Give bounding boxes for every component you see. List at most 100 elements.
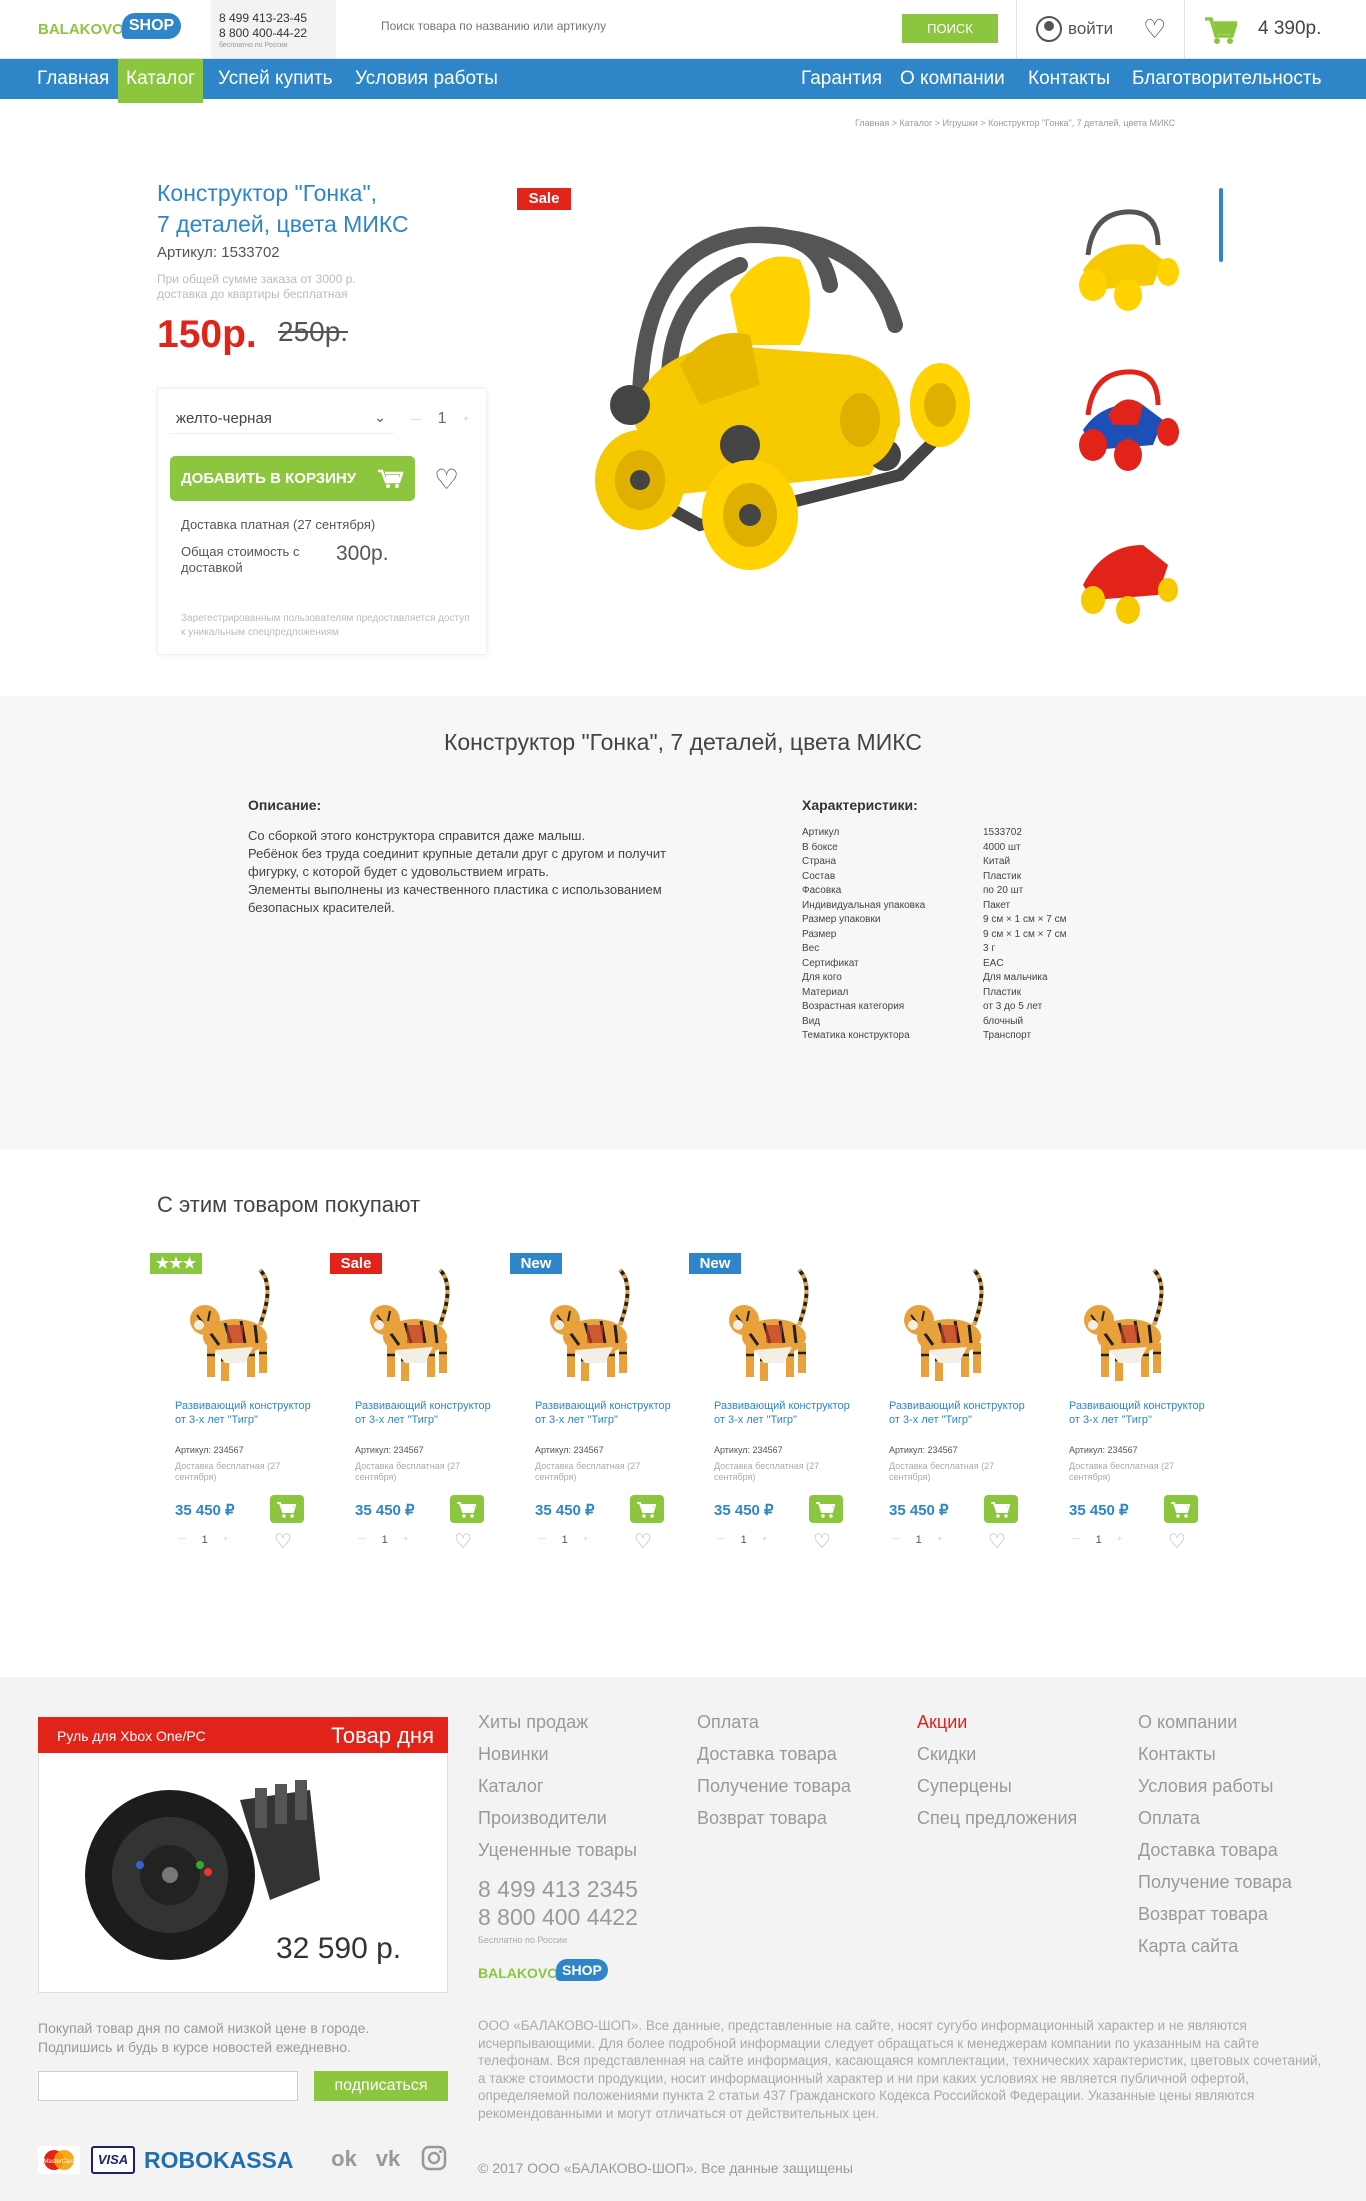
site-logo[interactable]: BALAKOVO SHOP [38,13,182,44]
subscribe-button[interactable]: подписаться [314,2071,448,2101]
footer-link[interactable]: Оплата [1138,1808,1200,1829]
quantity-value[interactable]: 1 [741,1534,747,1546]
login-button[interactable]: войти [1036,14,1113,44]
ok-icon[interactable]: ok [330,2145,358,2173]
minus-button[interactable]: — [358,1534,366,1546]
favorite-icon[interactable]: ♡ [988,1529,1006,1554]
instagram-icon[interactable] [420,2145,448,2173]
thumbnail-red-blue[interactable] [1063,360,1198,480]
product-card[interactable]: ★★★ Развивающий конструктор от 3-х лет "… [150,1253,330,1554]
nav-catalog[interactable]: Каталог [118,59,204,103]
footer-link[interactable]: Каталог [478,1776,543,1797]
product-name[interactable]: Развивающий конструктор от 3-х лет "Тигр… [889,1399,1029,1427]
footer-link[interactable]: Уцененные товары [478,1840,637,1861]
footer-phone-1[interactable]: 8 499 413 2345 [478,1876,638,1903]
footer-phone-2[interactable]: 8 800 400 4422 [478,1904,638,1931]
thumbnail-red[interactable] [1063,515,1198,635]
favorite-icon[interactable]: ♡ [1168,1529,1186,1554]
product-main-image[interactable] [550,205,1010,585]
quantity-stepper[interactable]: — 1 + [538,1534,588,1546]
quantity-stepper[interactable]: — 1 + [892,1534,942,1546]
footer-link[interactable]: Условия работы [1138,1776,1273,1797]
minus-button[interactable]: — [411,414,421,425]
product-name[interactable]: Развивающий конструктор от 3-х лет "Тигр… [714,1399,854,1427]
plus-button[interactable]: + [463,414,469,425]
plus-button[interactable]: + [223,1534,228,1546]
nav-warranty[interactable]: Гарантия [801,59,882,99]
phone-1[interactable]: 8 499 413-23-45 [219,11,336,26]
plus-button[interactable]: + [1117,1534,1122,1546]
phone-2[interactable]: 8 800 400-44-22 [219,26,336,41]
minus-button[interactable]: — [178,1534,186,1546]
add-to-cart-button[interactable] [809,1495,843,1523]
quantity-value[interactable]: 1 [916,1534,922,1546]
nav-about[interactable]: О компании [900,59,1005,99]
nav-contacts[interactable]: Контакты [1028,59,1110,99]
favorite-icon[interactable]: ♡ [274,1529,292,1554]
quantity-stepper[interactable]: — 1 + [717,1534,767,1546]
variant-select[interactable]: желто-черная ⌄ [170,404,394,434]
breadcrumb[interactable]: Главная > Каталог > Игрушки > Конструкто… [855,118,1175,128]
footer-link[interactable]: Доставка товара [1138,1840,1278,1861]
product-card[interactable]: New Развивающий конструктор от 3-х лет "… [689,1253,869,1554]
product-image[interactable] [1069,1265,1179,1395]
footer-link[interactable]: Возврат товара [1138,1904,1268,1925]
nav-hurry[interactable]: Успей купить [218,59,333,99]
product-name[interactable]: Развивающий конструктор от 3-х лет "Тигр… [175,1399,315,1427]
quantity-stepper[interactable]: — 1 + [358,1534,408,1546]
thumbnail-yellow[interactable] [1063,200,1198,320]
footer-logo[interactable]: BALAKOVO SHOP [478,1959,608,1984]
cart-icon[interactable] [1203,7,1239,47]
add-to-cart-button[interactable] [630,1495,664,1523]
minus-button[interactable]: — [1072,1534,1080,1546]
add-to-favorites-icon[interactable]: ♡ [434,463,459,496]
plus-button[interactable]: + [937,1534,942,1546]
quantity-stepper[interactable]: — 1 + [405,404,475,434]
footer-link[interactable]: Контакты [1138,1744,1216,1765]
footer-link-promo[interactable]: Акции [917,1712,967,1733]
footer-link[interactable]: Скидки [917,1744,976,1765]
product-image[interactable] [889,1265,999,1395]
add-to-cart-button[interactable]: ДОБАВИТЬ В КОРЗИНУ [170,456,415,501]
nav-terms[interactable]: Условия работы [355,59,498,99]
favorites-icon[interactable]: ♡ [1143,14,1166,44]
quantity-value[interactable]: 1 [562,1534,568,1546]
subscribe-email-input[interactable] [38,2071,298,2101]
add-to-cart-button[interactable] [1164,1495,1198,1523]
search-button[interactable]: ПОИСК [902,14,998,43]
quantity-value[interactable]: 1 [1096,1534,1102,1546]
footer-link[interactable]: Суперцены [917,1776,1012,1797]
footer-link[interactable]: Получение товара [1138,1872,1292,1893]
product-card[interactable]: Развивающий конструктор от 3-х лет "Тигр… [874,1253,1044,1553]
product-image[interactable] [535,1265,645,1395]
quantity-value[interactable]: 1 [202,1534,208,1546]
nav-charity[interactable]: Благотворительность [1132,59,1321,99]
cart-total[interactable]: 4 390р. [1258,18,1321,40]
plus-button[interactable]: + [583,1534,588,1546]
quantity-stepper[interactable]: — 1 + [178,1534,228,1546]
nav-home[interactable]: Главная [37,59,109,99]
footer-link[interactable]: Оплата [697,1712,759,1733]
minus-button[interactable]: — [717,1534,725,1546]
plus-button[interactable]: + [762,1534,767,1546]
footer-link[interactable]: Производители [478,1808,607,1829]
quantity-value[interactable]: 1 [382,1534,388,1546]
day-product-header[interactable]: Руль для Xbox One/PC Товар дня [38,1717,448,1753]
product-image[interactable] [355,1265,465,1395]
product-card[interactable]: New Развивающий конструктор от 3-х лет "… [510,1253,690,1554]
product-name[interactable]: Развивающий конструктор от 3-х лет "Тигр… [355,1399,495,1427]
footer-link[interactable]: Карта сайта [1138,1936,1238,1957]
product-image[interactable] [714,1265,824,1395]
product-card[interactable]: Развивающий конструктор от 3-х лет "Тигр… [1054,1253,1224,1553]
favorite-icon[interactable]: ♡ [454,1529,472,1554]
product-image[interactable] [175,1265,285,1395]
favorite-icon[interactable]: ♡ [634,1529,652,1554]
footer-link[interactable]: Доставка товара [697,1744,837,1765]
footer-link[interactable]: Получение товара [697,1776,851,1797]
footer-link[interactable]: О компании [1138,1712,1237,1733]
favorite-icon[interactable]: ♡ [813,1529,831,1554]
minus-button[interactable]: — [538,1534,546,1546]
vk-icon[interactable]: vk [374,2145,402,2173]
plus-button[interactable]: + [403,1534,408,1546]
add-to-cart-button[interactable] [984,1495,1018,1523]
